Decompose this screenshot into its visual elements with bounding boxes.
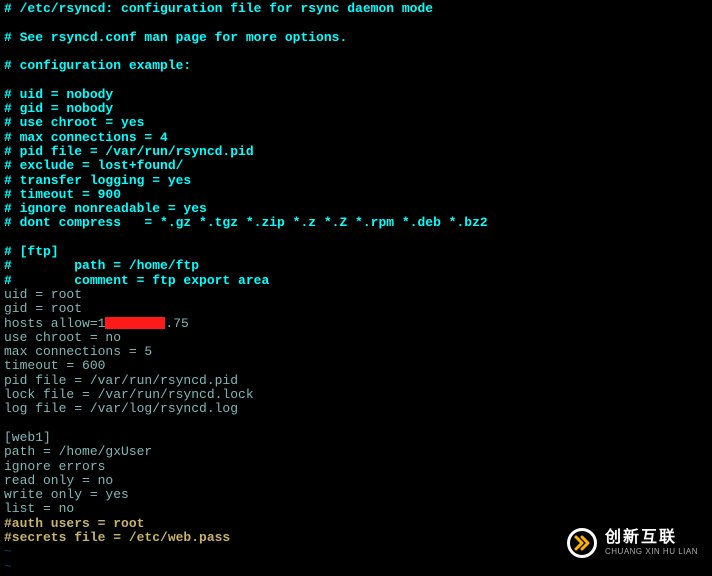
terminal-viewport[interactable]: # /etc/rsyncd: configuration file for rs… (0, 0, 712, 576)
config-line: # use chroot = yes (4, 116, 708, 130)
config-line: # timeout = 900 (4, 188, 708, 202)
config-line: list = no (4, 502, 708, 516)
config-line: timeout = 600 (4, 359, 708, 373)
config-line: # See rsyncd.conf man page for more opti… (4, 31, 708, 45)
config-line: #secrets file = /etc/web.pass (4, 531, 708, 545)
config-line (4, 231, 708, 245)
config-line: max connections = 5 (4, 345, 708, 359)
config-line: read only = no (4, 474, 708, 488)
redacted-ip (105, 317, 165, 329)
config-line: #auth users = root (4, 517, 708, 531)
config-line: uid = root (4, 288, 708, 302)
config-line: use chroot = no (4, 331, 708, 345)
config-line: # ignore nonreadable = yes (4, 202, 708, 216)
config-line: # gid = nobody (4, 102, 708, 116)
config-line: [web1] (4, 431, 708, 445)
config-line: # /etc/rsyncd: configuration file for rs… (4, 2, 708, 16)
config-line: pid file = /var/run/rsyncd.pid (4, 374, 708, 388)
config-line (4, 73, 708, 87)
config-line: log file = /var/log/rsyncd.log (4, 402, 708, 416)
config-line: # configuration example: (4, 59, 708, 73)
config-line: # transfer logging = yes (4, 174, 708, 188)
config-line: # uid = nobody (4, 88, 708, 102)
config-line: # dont compress = *.gz *.tgz *.zip *.z *… (4, 216, 708, 230)
config-line: ~ (4, 560, 708, 574)
config-line: # [ftp] (4, 245, 708, 259)
config-line: # path = /home/ftp (4, 259, 708, 273)
config-line: ~ (4, 545, 708, 559)
config-line: hosts allow=1.75 (4, 317, 708, 331)
config-line: # max connections = 4 (4, 131, 708, 145)
config-line: path = /home/gxUser (4, 445, 708, 459)
config-line: ignore errors (4, 460, 708, 474)
config-line: lock file = /var/run/rsyncd.lock (4, 388, 708, 402)
config-line: gid = root (4, 302, 708, 316)
config-line: # comment = ftp export area (4, 274, 708, 288)
file-content: # /etc/rsyncd: configuration file for rs… (4, 2, 708, 574)
config-line: # exclude = lost+found/ (4, 159, 708, 173)
config-line: write only = yes (4, 488, 708, 502)
config-line (4, 45, 708, 59)
config-line (4, 417, 708, 431)
config-line (4, 16, 708, 30)
config-line: # pid file = /var/run/rsyncd.pid (4, 145, 708, 159)
